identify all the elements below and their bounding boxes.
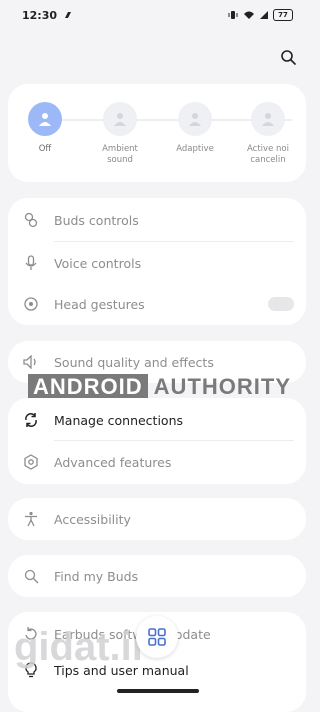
advanced-features-label: Advanced features bbox=[54, 454, 172, 470]
manage-connections-row[interactable]: Manage connections bbox=[8, 398, 306, 442]
person-icon bbox=[189, 113, 201, 126]
head-gestures-row[interactable]: Head gestures bbox=[8, 282, 306, 326]
buds-controls-label: Buds controls bbox=[54, 212, 139, 228]
watermark-authority: AUTHORITY bbox=[153, 374, 291, 399]
find-card: Find my Buds bbox=[8, 555, 306, 597]
home-indicator[interactable] bbox=[117, 689, 199, 693]
buds-icon bbox=[22, 211, 40, 229]
accessibility-card: Accessibility bbox=[8, 498, 306, 540]
noise-controls-card: Off Ambient sound Adaptive Active noi ca… bbox=[8, 84, 306, 182]
head-gestures-label: Head gestures bbox=[54, 296, 145, 312]
mode-off[interactable]: Off bbox=[10, 102, 80, 155]
head-gesture-icon bbox=[22, 295, 40, 313]
mode-active-noise-cancelling[interactable]: Active noi cancelin bbox=[234, 102, 302, 166]
mode-ambient-sound[interactable]: Ambient sound bbox=[85, 102, 155, 166]
sync-icon bbox=[22, 411, 40, 429]
person-icon bbox=[114, 113, 126, 126]
mode-adaptive-label: Adaptive bbox=[176, 144, 214, 154]
controls-card: Buds controls Voice controls Head gestur… bbox=[8, 198, 306, 325]
mode-anc-circle bbox=[251, 102, 285, 136]
wifi-icon bbox=[244, 11, 254, 19]
sound-quality-label: Sound quality and effects bbox=[54, 354, 214, 370]
battery-icon: 77 bbox=[273, 9, 293, 21]
signal-icon bbox=[260, 11, 268, 19]
accessibility-row[interactable]: Accessibility bbox=[8, 497, 306, 541]
connections-card: Manage connections Advanced features bbox=[8, 398, 306, 484]
mode-anc-label: Active noi cancelin bbox=[247, 144, 289, 166]
microphone-icon bbox=[22, 254, 40, 272]
watermark-android: ANDROID bbox=[28, 374, 148, 400]
speaker-icon bbox=[22, 353, 40, 371]
manage-connections-label: Manage connections bbox=[54, 412, 184, 428]
status-bar: 12:30 77 bbox=[0, 0, 315, 30]
person-icon bbox=[262, 113, 274, 126]
find-search-icon bbox=[22, 567, 40, 585]
mode-off-label: Off bbox=[38, 144, 52, 154]
mode-ambient-label: Ambient sound bbox=[102, 144, 138, 166]
voice-controls-label: Voice controls bbox=[54, 255, 142, 271]
advanced-gear-icon bbox=[22, 453, 40, 471]
app-notification-icon bbox=[65, 12, 72, 18]
search-button[interactable] bbox=[277, 46, 299, 68]
advanced-features-row[interactable]: Advanced features bbox=[8, 440, 306, 484]
person-icon bbox=[39, 113, 51, 126]
gidat-watermark: gidat.ir bbox=[14, 625, 148, 669]
grid-icon bbox=[148, 628, 166, 646]
voice-controls-row[interactable]: Voice controls bbox=[8, 241, 306, 285]
apps-grid-button[interactable] bbox=[136, 616, 178, 658]
mode-adaptive[interactable]: Adaptive bbox=[160, 102, 230, 155]
search-icon bbox=[281, 50, 296, 65]
mode-ambient-circle bbox=[103, 102, 137, 136]
mode-adaptive-circle bbox=[178, 102, 212, 136]
find-my-buds-label: Find my Buds bbox=[54, 568, 139, 584]
vibrate-icon bbox=[228, 11, 238, 19]
find-my-buds-row[interactable]: Find my Buds bbox=[8, 554, 306, 598]
mode-off-circle bbox=[28, 102, 62, 136]
head-gestures-toggle[interactable] bbox=[268, 297, 294, 311]
watermark: ANDROID AUTHORITY bbox=[28, 374, 291, 400]
buds-controls-row[interactable]: Buds controls bbox=[8, 198, 306, 242]
status-time: 12:30 bbox=[22, 8, 58, 22]
accessibility-label: Accessibility bbox=[54, 511, 131, 527]
accessibility-icon bbox=[22, 510, 40, 528]
